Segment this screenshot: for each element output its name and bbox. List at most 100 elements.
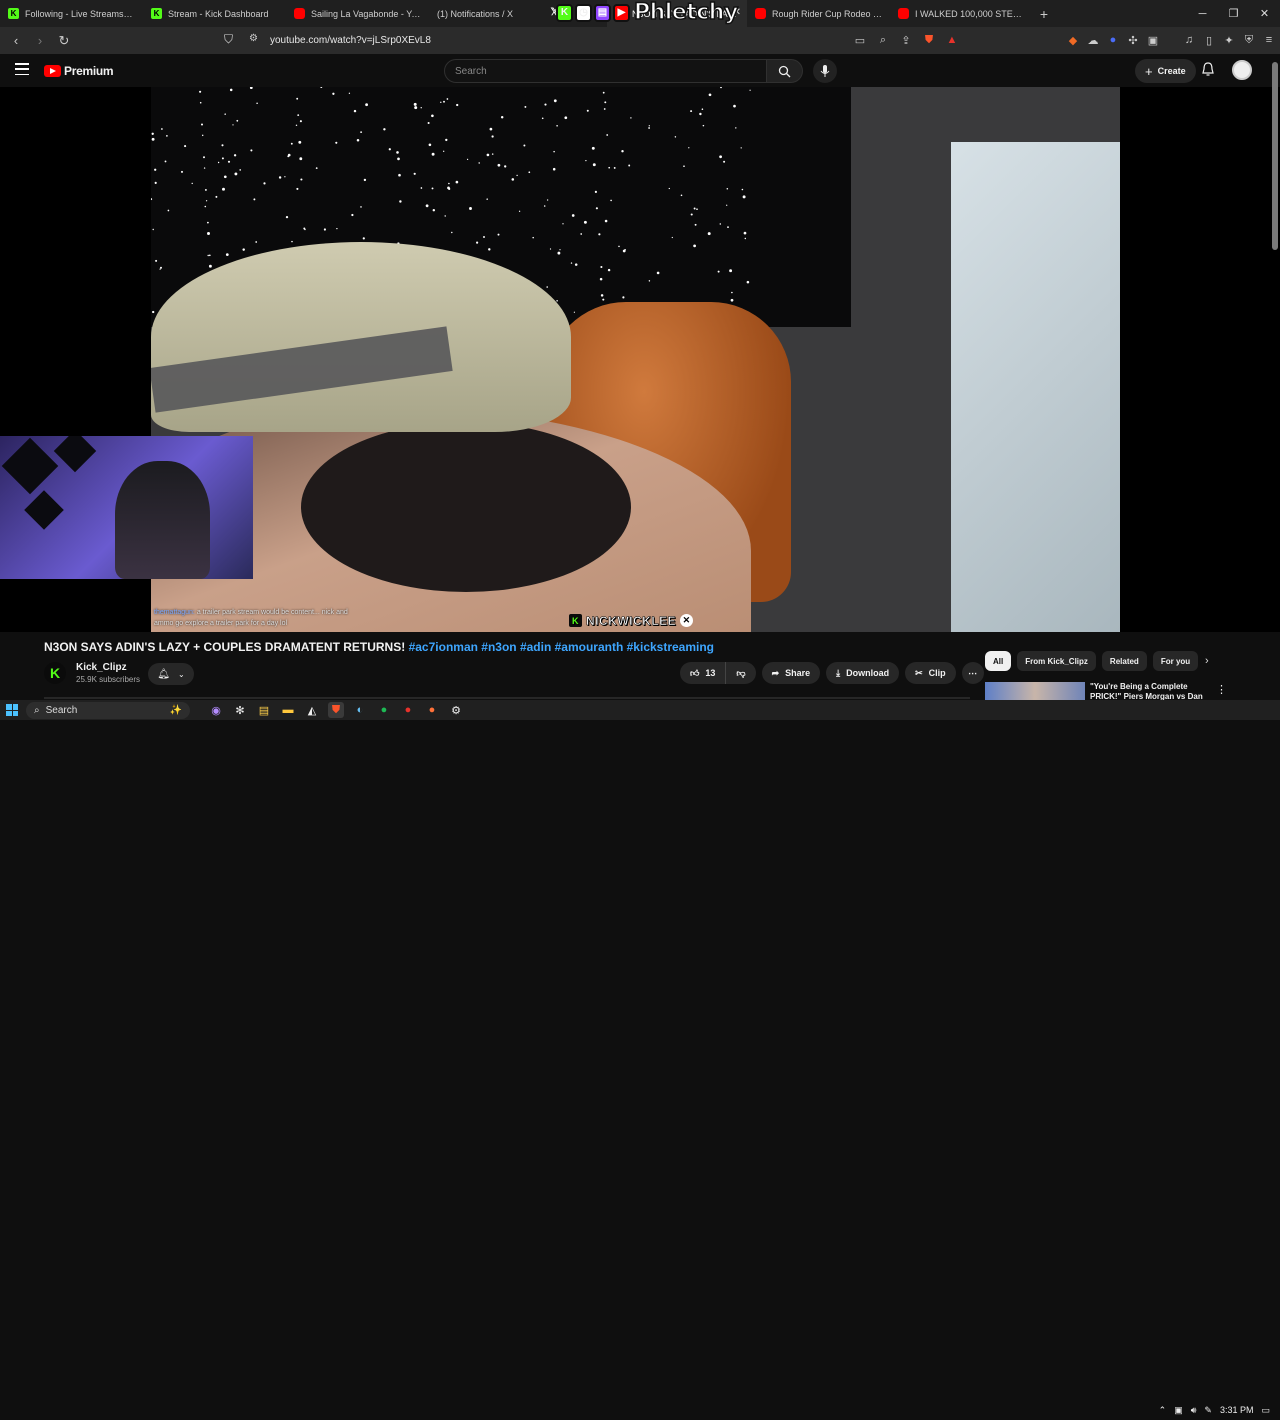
browser-tab[interactable]: 𝕏 (1) Notifications / X (429, 0, 572, 27)
channel-avatar[interactable]: K (44, 662, 66, 684)
copilot-icon[interactable]: ◉ (208, 702, 224, 718)
browser-tab[interactable]: K Following - Live Streams on Kick (0, 0, 143, 27)
star-dot (432, 208, 436, 212)
share-page-icon[interactable]: ⇪ (899, 32, 913, 48)
tray-overflow-icon[interactable]: ⌃ (1159, 1405, 1167, 1416)
media-icon[interactable]: ♫ (1182, 32, 1196, 48)
recommended-thumbnail[interactable] (985, 682, 1085, 702)
cast-icon[interactable]: ▭ (853, 32, 867, 48)
star-dot (191, 182, 193, 185)
extension-tab-icon[interactable]: ▣ (1146, 32, 1160, 48)
pinwheel-icon[interactable]: ✻ (232, 702, 248, 718)
create-button[interactable]: + Create (1135, 59, 1196, 83)
leo-ai-icon[interactable]: ✦ (1222, 32, 1236, 48)
minimize-icon[interactable]: ─ (1187, 0, 1218, 27)
channel-name[interactable]: Kick_Clipz (76, 662, 127, 673)
app-icon[interactable]: ◭ (304, 702, 320, 718)
search-input[interactable]: Search (444, 59, 767, 83)
recommended-menu-icon[interactable]: ⋮ (1216, 683, 1227, 696)
zoom-icon[interactable]: ⌕ (876, 32, 890, 48)
star-dot (604, 101, 607, 104)
more-actions-button[interactable]: ⋯ (961, 662, 984, 684)
star-dot (296, 187, 299, 190)
extensions-puzzle-icon[interactable]: ✣ (1126, 32, 1140, 48)
reload-icon[interactable]: ↻ (54, 31, 74, 51)
divider (44, 697, 970, 699)
youtube-logo[interactable]: Premium (44, 64, 114, 78)
steam-icon[interactable]: ◐ (352, 702, 368, 718)
settings-icon[interactable]: ⚙ (448, 702, 464, 718)
sidebar-icon[interactable]: ▯ (1202, 32, 1216, 48)
menu-icon[interactable]: ≡ (1262, 32, 1276, 48)
hamburger-menu-icon[interactable] (15, 63, 29, 75)
star-dot (227, 160, 231, 163)
file-manager-icon[interactable]: ▤ (256, 702, 272, 718)
network-icon[interactable]: ▣ (1174, 1405, 1183, 1416)
extension-blue-icon[interactable]: ● (1106, 32, 1120, 48)
star-dot (151, 198, 153, 201)
url-field[interactable]: youtube.com/watch?v=jLSrp0XEvL8 (270, 35, 431, 46)
taskbar-search[interactable]: ⌕ Search ✨ (26, 701, 190, 719)
clock[interactable]: 3:31 PM (1220, 1405, 1254, 1415)
chip-from-channel[interactable]: From Kick_Clipz (1017, 651, 1096, 671)
clip-button[interactable]: ✂ Clip (905, 662, 956, 684)
brave-browser-icon[interactable]: ⛊ (328, 702, 344, 718)
bookmark-icon[interactable]: ⛉ (224, 32, 233, 47)
star-dot (726, 187, 729, 190)
account-avatar[interactable] (1232, 60, 1252, 80)
chevron-right-icon[interactable]: › (1205, 655, 1209, 667)
close-window-icon[interactable]: ✕ (1249, 0, 1280, 27)
brave-rewards-icon[interactable]: ▲ (945, 32, 959, 48)
restore-icon[interactable]: ❐ (1218, 0, 1249, 27)
new-tab-button[interactable]: + (1033, 0, 1055, 27)
chip-all[interactable]: All (985, 651, 1012, 671)
chip-for-you[interactable]: For you (1152, 651, 1199, 671)
windows-start-icon[interactable] (6, 704, 18, 716)
folder-icon[interactable]: ▬ (280, 702, 296, 718)
browser-tab[interactable]: Rough Rider Cup Rodeo Time (747, 0, 890, 27)
pen-icon[interactable]: ✎ (1204, 1405, 1212, 1416)
share-button[interactable]: ➦ Share (761, 662, 821, 684)
create-label: Create (1157, 66, 1186, 76)
chip-related[interactable]: Related (1101, 651, 1147, 671)
page-scrollbar[interactable] (1272, 62, 1278, 250)
browser-tab[interactable]: K Stream - Kick Dashboard (143, 0, 286, 27)
star-dot (622, 249, 626, 253)
video-hashtags[interactable]: #ac7ionman #n3on #adin #amouranth #kicks… (409, 640, 714, 654)
forward-icon[interactable]: › (30, 31, 50, 51)
like-button[interactable]: 👍︎ 13 (680, 662, 727, 684)
star-dot (428, 143, 432, 147)
notifications-bell-icon[interactable] (1200, 62, 1216, 78)
star-dot (160, 266, 162, 269)
site-info-icon[interactable]: ⚙ (249, 33, 258, 44)
voice-search-button[interactable] (813, 59, 837, 83)
back-icon[interactable]: ‹ (6, 31, 26, 51)
vpn-icon[interactable]: ⛨ (1242, 32, 1256, 48)
brave-shield-icon[interactable]: ⛊ (922, 32, 936, 48)
extension-fox-icon[interactable]: ◆ (1066, 32, 1080, 48)
firefox-icon[interactable]: ● (424, 702, 440, 718)
extension-cloud-icon[interactable]: ☁ (1086, 32, 1100, 48)
star-dot (486, 153, 490, 157)
red-app-icon[interactable]: ● (400, 702, 416, 718)
star-dot (559, 249, 561, 251)
notification-center-icon[interactable]: ▭ (1261, 1405, 1270, 1416)
star-dot (541, 117, 544, 120)
volume-icon[interactable]: 🔊︎ (1191, 1405, 1197, 1416)
subscription-bell-button[interactable]: 🔔︎ ⌄ (148, 663, 194, 685)
search-button[interactable] (767, 59, 803, 83)
video-player[interactable] (151, 87, 1120, 632)
star-dot (255, 241, 258, 243)
youtube-icon (898, 8, 909, 19)
star-dot (648, 125, 650, 127)
star-dot (348, 92, 351, 94)
download-button[interactable]: ⤓ Download (826, 662, 900, 684)
star-dot (363, 178, 367, 182)
browser-tab[interactable]: Sailing La Vagabonde - YouTube (286, 0, 429, 27)
recommended-title[interactable]: "You're Being a Complete PRICK!" Piers M… (1090, 682, 1210, 702)
star-dot (523, 144, 526, 147)
dislike-button[interactable]: 👎︎ (726, 662, 756, 684)
spotify-icon[interactable]: ● (376, 702, 392, 718)
browser-tab[interactable]: I WALKED 100,000 STEPS in 24 (890, 0, 1033, 27)
star-dot (184, 145, 187, 148)
